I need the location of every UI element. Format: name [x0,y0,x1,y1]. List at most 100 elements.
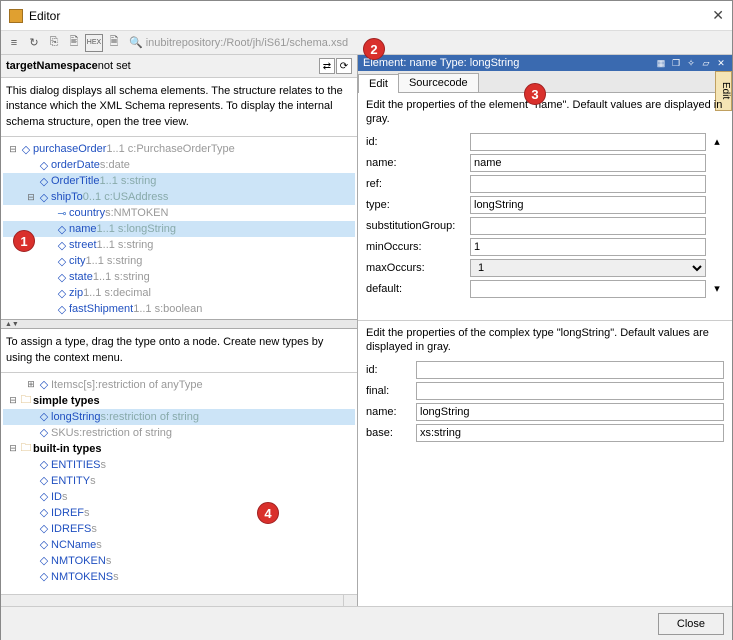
expand-icon[interactable]: ⊟ [7,395,19,406]
tree-row[interactable]: ◇ zip 1..1 s:decimal [3,285,355,301]
splitter[interactable]: ▲▼ [1,319,357,329]
ref-field[interactable] [470,175,706,193]
schema-tree[interactable]: ⊟◇ purchaseOrder 1..1 c:PurchaseOrderTyp… [1,137,357,319]
tree-row[interactable]: ◇ IDREFS s [3,521,355,537]
tree-row[interactable]: ◇ NCName s [3,537,355,553]
element-icon: ◇ [37,475,51,487]
folder-icon: 🗀 [19,395,33,407]
win-restore-icon[interactable]: ❐ [670,57,682,69]
tool-doc-icon[interactable]: 🖹 [65,34,83,52]
tree-label: longString [51,411,101,423]
tree-suffix: s [91,523,97,535]
scroll-down-icon[interactable]: ▾ [710,282,724,295]
tree-row[interactable]: ◇ longString s:restriction of string [3,409,355,425]
tree-label: NCName [51,539,96,551]
tbase-label: base: [366,427,410,439]
tree-row[interactable]: ⊟◇ shipTo 0..1 c:USAddress [3,189,355,205]
tree-row[interactable]: ◇ NMTOKENS s [3,569,355,585]
tree-row[interactable]: ◇ ENTITIES s [3,457,355,473]
win-pin-icon[interactable]: ✧ [685,57,697,69]
tree-row[interactable]: ◇ orderDate s:date [3,157,355,173]
tree-label: built-in types [33,443,101,455]
tree-row[interactable]: ◇ IDREF s [3,505,355,521]
tree-suffix: 1..1 s:boolean [133,303,202,315]
marker-1: 1 [13,230,35,252]
tree-row[interactable]: ⊟🗀 built-in types [3,441,355,457]
tree-suffix: 1..1 s:string [97,239,154,251]
tool-refresh-icon[interactable]: ↻ [25,34,43,52]
type-field[interactable] [470,196,706,214]
win-max-icon[interactable]: ▱ [700,57,712,69]
tool-align-icon[interactable]: ≡ [5,34,23,52]
tool-hex-icon[interactable]: HEX [85,34,103,52]
scrollbar[interactable] [1,594,357,606]
close-button[interactable]: Close [658,613,724,635]
tname-field[interactable] [416,403,724,421]
right-header-text: Element: name Type: longString [363,57,519,69]
scroll-up-icon[interactable]: ▴ [710,135,724,148]
tree-row[interactable]: ◇ city 1..1 s:string [3,253,355,269]
name-field[interactable] [470,154,706,172]
tree-row[interactable]: ⊸ country s:NMTOKEN [3,205,355,221]
element-icon: ◇ [37,191,51,203]
tree-row[interactable]: ⊟◇ purchaseOrder 1..1 c:PurchaseOrderTyp… [3,141,355,157]
marker-3: 3 [524,83,546,105]
address-bar[interactable]: 🔍 [129,36,728,49]
tool-copy-icon[interactable]: ⎘ [45,34,63,52]
expand-icon[interactable]: ⊟ [7,443,19,454]
element-icon: ◇ [37,175,51,187]
id-field[interactable] [470,133,706,151]
min-field[interactable] [470,238,706,256]
close-icon[interactable]: ✕ [712,7,724,24]
expand-icon[interactable]: ⊟ [7,144,19,155]
tfinal-field[interactable] [416,382,724,400]
tree-label: SKU [51,427,74,439]
tree-label: Items [51,379,78,391]
tab-sourcecode[interactable]: Sourcecode [398,73,479,92]
tree-label: shipTo [51,191,83,203]
tree-label: zip [69,287,83,299]
element-icon: ◇ [37,491,51,503]
toggle-view-icon[interactable]: ⇄ [319,58,335,74]
window-title: Editor [29,9,712,23]
win-close-icon[interactable]: ✕ [715,57,727,69]
tree-row[interactable]: ◇ SKU s:restriction of string [3,425,355,441]
tree-row[interactable]: ◇ fastShipment 1..1 s:boolean [3,301,355,317]
tree-row[interactable]: ⊟🗀 simple types [3,393,355,409]
tbase-field[interactable] [416,424,724,442]
tree-suffix: 1..1 s:string [93,271,150,283]
default-label: default: [366,283,466,295]
ref-label: ref: [366,178,466,190]
tool-export-icon[interactable]: 🗎 [105,34,123,52]
tree-row[interactable]: ◇ ID s [3,489,355,505]
tree-row[interactable]: ◇ NMTOKEN s [3,553,355,569]
tree-label: fastShipment [69,303,133,315]
refresh-icon[interactable]: ⟳ [336,58,352,74]
tree-suffix: 1..1 s:string [86,255,143,267]
tree-row[interactable]: ◇ OrderTitle 1..1 s:string [3,173,355,189]
tree-row[interactable]: ◇ ENTITY s [3,473,355,489]
tree-row[interactable]: ◇ state 1..1 s:string [3,269,355,285]
type-label: type: [366,199,466,211]
expand-icon[interactable]: ⊞ [25,379,37,390]
tree-label: simple types [33,395,100,407]
tree-suffix: s [113,571,119,583]
win-tile-icon[interactable]: ▦ [655,57,667,69]
default-field[interactable] [470,280,706,298]
info-text-2: To assign a type, drag the type onto a n… [1,329,357,373]
tid-field[interactable] [416,361,724,379]
tree-row[interactable]: ◇ street 1..1 s:string [3,237,355,253]
tree-suffix: s:date [100,159,130,171]
types-tree[interactable]: ⊞◇ Items c[s]:restriction of anyType⊟🗀 s… [1,373,357,606]
path-input[interactable] [146,37,728,49]
tab-edit[interactable]: Edit [358,74,399,93]
tree-row[interactable]: ◇ name 1..1 s:longString [3,221,355,237]
element-icon: ◇ [37,459,51,471]
tree-suffix: s [96,539,102,551]
max-field[interactable]: 1 [470,259,706,277]
tree-row[interactable]: ⊞◇ Items c[s]:restriction of anyType [3,377,355,393]
tree-label: ID [51,491,62,503]
tree-label: ENTITIES [51,459,101,471]
expand-icon[interactable]: ⊟ [25,192,37,203]
subst-field[interactable] [470,217,706,235]
